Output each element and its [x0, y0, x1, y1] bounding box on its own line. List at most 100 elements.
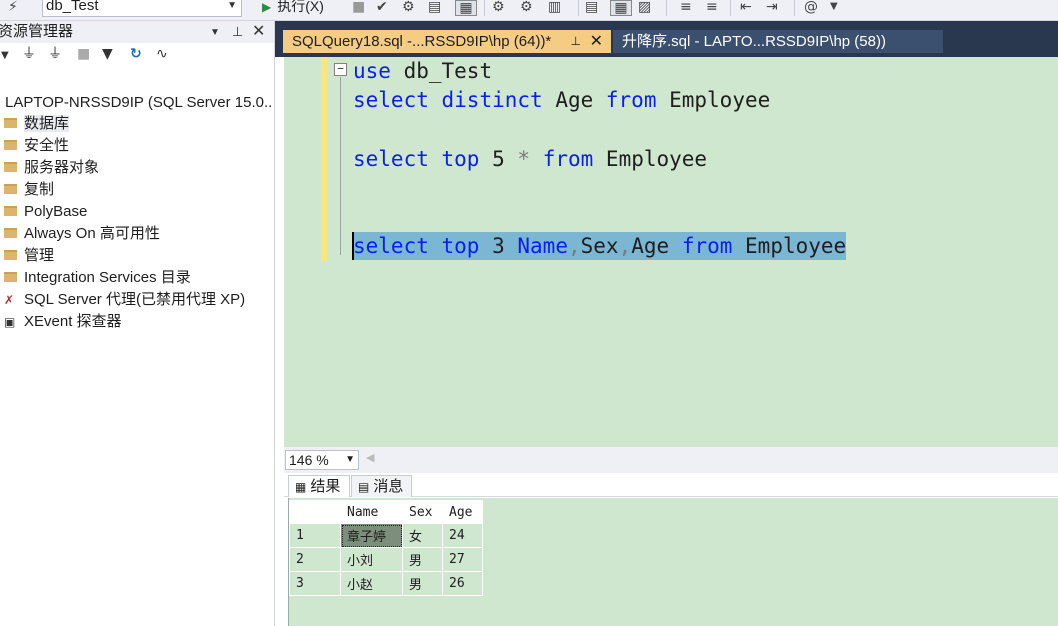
tree-item-management[interactable]: 管理 — [4, 245, 54, 267]
tree-item-xevent[interactable]: ▣ XEvent 探查器 — [4, 311, 122, 333]
row-number[interactable]: 3 — [289, 571, 341, 596]
object-explorer: 资源管理器 ▼ ⊥ ✕ ▼ ⏚ ⏚ ■ ▼ ↻ ∿ LAPTOP-NRSSD9I… — [0, 21, 275, 626]
live-stats-icon[interactable]: ⚙ — [520, 0, 533, 16]
toolbar-separator — [484, 0, 485, 16]
identifier: Employee — [593, 147, 708, 171]
cell-name[interactable]: 小刘 — [340, 547, 403, 572]
keyword: top — [441, 234, 480, 258]
tree-item-label: 安全性 — [24, 137, 70, 154]
row-number[interactable]: 2 — [289, 547, 341, 572]
zoom-select[interactable]: 146 % ▼ — [285, 450, 359, 470]
tree-item-security[interactable]: 安全性 — [4, 135, 69, 157]
tree-item-integration-services[interactable]: Integration Services 目录 — [4, 267, 191, 289]
query-options-icon[interactable]: ▤ — [428, 0, 441, 16]
keyword: top — [441, 147, 480, 171]
column-header[interactable]: Sex — [402, 500, 443, 524]
outline-line — [340, 77, 341, 255]
tab-sort-order[interactable]: 升降序.sql - LAPTO...RSSD9IP\hp (58)) — [613, 30, 943, 53]
folder-icon — [4, 140, 17, 150]
specify-values-icon[interactable]: @ — [804, 0, 818, 16]
results-grid-area: Name Sex Age 1 章子婷 女 24 2 小刘 男 27 3 小赵 男… — [288, 498, 1058, 626]
filter-icon[interactable]: ▼ — [102, 46, 113, 62]
window-position-icon[interactable]: ▼ — [210, 22, 220, 44]
cell-sex[interactable]: 男 — [402, 571, 443, 596]
collapse-icon[interactable]: − — [334, 63, 347, 76]
cell-age[interactable]: 27 — [442, 547, 483, 572]
tree-item-label: Always On 高可用性 — [24, 225, 160, 242]
keyword: select — [353, 88, 429, 112]
toolbar-overflow-icon[interactable]: ▼ — [830, 0, 838, 16]
results-to-text-icon[interactable]: ▤ — [585, 0, 598, 16]
increase-indent-icon[interactable]: ⇥ — [766, 0, 778, 16]
column-header[interactable]: Name — [340, 500, 403, 524]
execute-button[interactable]: ▶ 执行(X) — [262, 0, 324, 16]
toolbar-separator — [578, 0, 579, 16]
tree-item-always-on[interactable]: Always On 高可用性 — [4, 223, 160, 245]
include-plan-icon[interactable]: ⚙ — [492, 0, 505, 16]
identifier: 3 — [479, 234, 518, 258]
tree-item-label: SQL Server 代理(已禁用代理 XP) — [24, 291, 246, 308]
tab-label: 消息 — [373, 478, 404, 495]
message-icon: ▤ — [358, 480, 370, 494]
database-value: db_Test — [46, 0, 99, 14]
results-to-file-icon[interactable]: ▨ — [638, 0, 651, 16]
code-line-selected: select top 3 Name,Sex,Age from Employee — [353, 232, 847, 260]
scroll-left-icon[interactable]: ◀ — [366, 451, 374, 464]
row-number[interactable]: 1 — [289, 523, 341, 548]
results-grid-icon[interactable]: ▦ — [610, 0, 632, 16]
keyword: from — [605, 88, 657, 112]
close-icon[interactable]: ✕ — [590, 30, 603, 53]
keyword: select — [353, 234, 429, 258]
tree-item-polybase[interactable]: PolyBase — [4, 201, 87, 223]
identifier: Employee — [656, 88, 771, 112]
tree-item-sql-agent[interactable]: ✗ SQL Server 代理(已禁用代理 XP) — [4, 289, 245, 311]
connect-plug-icon[interactable]: ⏚ — [22, 46, 36, 62]
cell-name[interactable]: 小赵 — [340, 571, 403, 596]
folder-icon — [4, 162, 17, 172]
server-node[interactable]: LAPTOP-NRSSD9IP (SQL Server 15.0.. — [5, 94, 275, 111]
cell-age[interactable]: 26 — [442, 571, 483, 596]
query-plan-icon[interactable]: ⚙ — [402, 0, 415, 16]
tree-item-label: 管理 — [24, 247, 55, 264]
identifier: Employee — [732, 234, 847, 258]
zoom-value: 146 % — [289, 452, 329, 468]
cell-age[interactable]: 24 — [442, 523, 483, 548]
client-stats-icon[interactable]: ▥ — [548, 0, 561, 16]
execute-label: 执行(X) — [277, 0, 324, 14]
toolbar-separator — [666, 0, 667, 16]
database-select[interactable]: db_Test ▼ — [42, 0, 242, 17]
results-to-grid-icon[interactable]: ▦ — [455, 0, 477, 16]
activity-monitor-icon[interactable]: ∿ — [156, 46, 168, 62]
column-header[interactable]: Age — [442, 500, 483, 524]
close-icon[interactable]: ✕ — [252, 21, 265, 43]
connect-icon[interactable]: ⚡ — [8, 0, 18, 16]
disconnect-icon[interactable]: ⏚ — [48, 46, 62, 62]
explorer-title: 资源管理器 — [0, 23, 74, 40]
stop-icon[interactable]: ■ — [352, 0, 365, 16]
pin-icon[interactable]: ⊥ — [232, 21, 243, 43]
tab-results[interactable]: ▦ 结果 — [288, 475, 350, 497]
refresh-icon[interactable]: ↻ — [130, 46, 142, 62]
tree-item-server-objects[interactable]: 服务器对象 — [4, 157, 99, 179]
connect-dropdown-icon[interactable]: ▼ — [1, 48, 9, 64]
uncomment-icon[interactable]: ≡ — [706, 0, 718, 16]
tab-sqlquery18[interactable]: SQLQuery18.sql -...RSSD9IP\hp (64))* ⊥ ✕ — [283, 30, 611, 53]
decrease-indent-icon[interactable]: ⇤ — [740, 0, 752, 16]
stop-icon[interactable]: ■ — [77, 46, 90, 62]
tab-label: 结果 — [310, 478, 341, 495]
tree-item-replication[interactable]: 复制 — [4, 179, 54, 201]
chevron-down-icon: ▼ — [227, 0, 237, 11]
cell-name[interactable]: 章子婷 — [340, 523, 403, 548]
query-editor[interactable]: − use db_Test select distinct Age from E… — [284, 57, 1058, 447]
text-caret — [352, 232, 354, 260]
cell-sex[interactable]: 女 — [402, 523, 443, 548]
cell-sex[interactable]: 男 — [402, 547, 443, 572]
toolbar-separator — [730, 0, 731, 16]
tree-item-databases[interactable]: 数据库 — [4, 113, 70, 135]
code-line: select distinct Age from Employee — [353, 86, 770, 114]
tab-label: SQLQuery18.sql -...RSSD9IP\hp (64))* — [292, 33, 552, 50]
comment-icon[interactable]: ≡ — [680, 0, 692, 16]
parse-check-icon[interactable]: ✔ — [376, 0, 388, 16]
tab-messages[interactable]: ▤ 消息 — [351, 475, 412, 497]
pin-icon[interactable]: ⊥ — [571, 30, 581, 53]
